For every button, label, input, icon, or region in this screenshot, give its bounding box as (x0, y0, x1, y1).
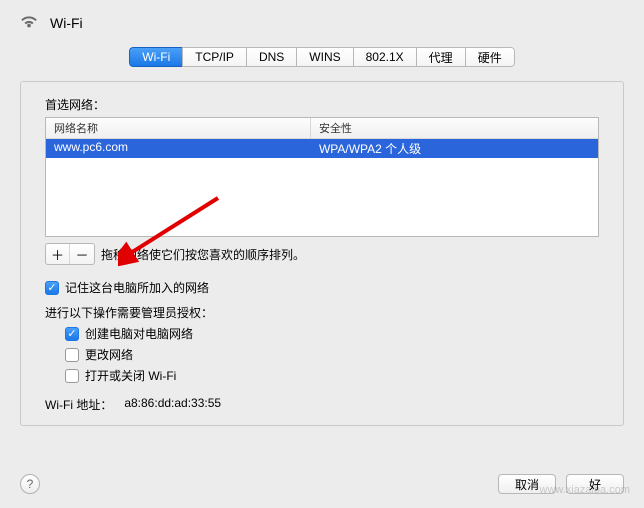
create-network-label: 创建电脑对电脑网络 (85, 325, 193, 342)
networks-table[interactable]: 网络名称 安全性 www.pc6.com WPA/WPA2 个人级 (45, 117, 599, 237)
create-network-checkbox[interactable]: ✓ (65, 327, 79, 341)
page-title: Wi-Fi (50, 15, 83, 31)
cancel-button[interactable]: 取消 (498, 474, 556, 494)
drag-hint: 拖移网络使它们按您喜欢的顺序排列。 (101, 246, 305, 263)
change-network-label: 更改网络 (85, 346, 133, 363)
tab-8021x[interactable]: 802.1X (353, 47, 416, 67)
settings-panel: 首选网络： 网络名称 安全性 www.pc6.com WPA/WPA2 个人级 … (20, 81, 624, 426)
toggle-wifi-checkbox[interactable] (65, 369, 79, 383)
wifi-icon (18, 12, 40, 33)
cell-network-name: www.pc6.com (46, 139, 311, 158)
tabbar: Wi-Fi TCP/IP DNS WINS 802.1X 代理 硬件 (0, 47, 644, 67)
tab-hardware[interactable]: 硬件 (465, 47, 515, 67)
col-network-name: 网络名称 (46, 118, 311, 138)
remember-checkbox[interactable]: ✓ (45, 281, 59, 295)
change-network-checkbox[interactable] (65, 348, 79, 362)
tab-wins[interactable]: WINS (296, 47, 352, 67)
header: Wi-Fi (0, 0, 644, 41)
remove-button[interactable]: － (70, 244, 94, 264)
add-remove-group: ＋ － (45, 243, 95, 265)
toggle-wifi-label: 打开或关闭 Wi-Fi (85, 367, 176, 384)
wifi-address-label: Wi-Fi 地址： (45, 396, 112, 413)
table-header: 网络名称 安全性 (46, 118, 598, 139)
preferred-networks-label: 首选网络： (45, 96, 599, 113)
admin-auth-label: 进行以下操作需要管理员授权： (45, 304, 599, 321)
tab-tcpip[interactable]: TCP/IP (182, 47, 246, 67)
help-button[interactable]: ? (20, 474, 40, 494)
tab-proxy[interactable]: 代理 (416, 47, 465, 67)
tab-dns[interactable]: DNS (246, 47, 296, 67)
remember-label: 记住这台电脑所加入的网络 (65, 279, 209, 296)
col-security: 安全性 (311, 118, 598, 138)
tab-wifi[interactable]: Wi-Fi (129, 47, 182, 67)
table-row[interactable]: www.pc6.com WPA/WPA2 个人级 (46, 139, 598, 158)
add-button[interactable]: ＋ (46, 244, 70, 264)
footer: ? 取消 好 (20, 474, 624, 494)
cell-security: WPA/WPA2 个人级 (311, 139, 598, 158)
ok-button[interactable]: 好 (566, 474, 624, 494)
wifi-address-value: a8:86:dd:ad:33:55 (124, 396, 221, 413)
